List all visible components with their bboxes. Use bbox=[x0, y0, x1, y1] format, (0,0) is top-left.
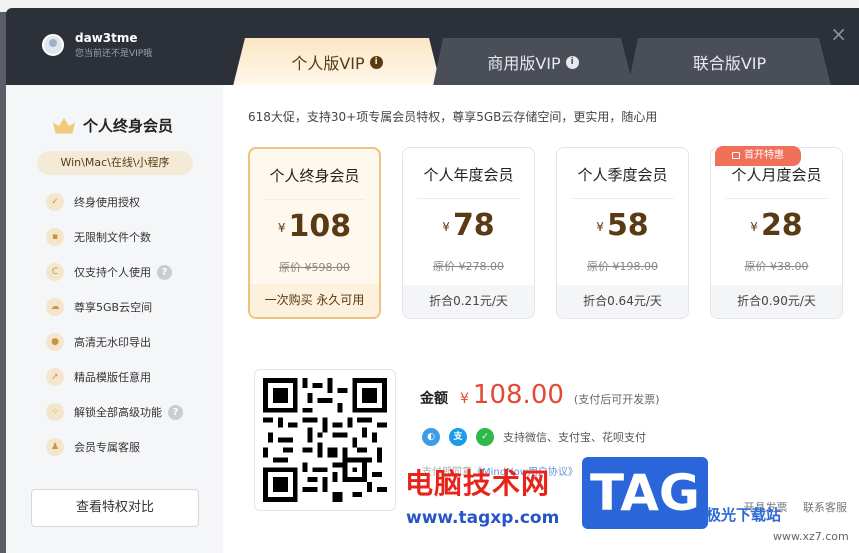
payment-amount: 金额 ¥ 108.00 (支付后可开发票) bbox=[420, 380, 660, 410]
payment-methods-text: 支持微信、支付宝、花呗支付 bbox=[503, 431, 646, 444]
payment-methods: ◐ 支 ✓ 支持微信、支付宝、花呗支付 bbox=[422, 428, 646, 446]
divider bbox=[725, 198, 828, 199]
sidebar-title-text: 个人终身会员 bbox=[83, 117, 174, 135]
amount-value: 108.00 bbox=[472, 380, 564, 410]
feature-item: ➚ 精品模版任意用 bbox=[46, 368, 151, 386]
plan-price: ¥28 bbox=[711, 208, 842, 243]
currency-symbol: ¥ bbox=[277, 221, 286, 235]
first-purchase-badge: 首开特惠 bbox=[715, 146, 801, 166]
grid-icon: ⁘ bbox=[46, 403, 64, 421]
huabei-icon: ◐ bbox=[422, 428, 440, 446]
plan-price: ¥78 bbox=[403, 208, 534, 243]
feature-label: 解锁全部高级功能 bbox=[74, 406, 162, 419]
original-price: 原价 ¥198.00 bbox=[587, 260, 658, 273]
feature-label: 精品模版任意用 bbox=[74, 371, 151, 384]
currency-symbol: ¥ bbox=[596, 220, 604, 234]
tab-label: 个人版VIP bbox=[291, 54, 365, 73]
currency-symbol: ¥ bbox=[460, 391, 469, 407]
watermark-site-url: www.xz7.com bbox=[773, 530, 849, 543]
watermark-text: 电脑技术网 bbox=[405, 467, 551, 500]
crown-icon bbox=[53, 117, 75, 134]
currency-symbol: ¥ bbox=[750, 220, 758, 234]
sidebar-title: 个人终身会员 bbox=[53, 115, 173, 136]
divider bbox=[417, 198, 520, 199]
feature-label: 尊享5GB云空间 bbox=[74, 301, 153, 314]
tab-union-vip[interactable]: 联合版VIP bbox=[628, 38, 831, 86]
compare-privileges-button[interactable]: 查看特权对比 bbox=[31, 489, 199, 527]
feature-item: ✓ 终身使用授权 bbox=[46, 193, 140, 211]
help-icon[interactable]: ? bbox=[168, 404, 183, 420]
wechat-pay-icon: ✓ bbox=[476, 428, 494, 446]
divider bbox=[264, 199, 365, 200]
gift-icon bbox=[732, 152, 740, 159]
alipay-icon: 支 bbox=[449, 428, 467, 446]
copyright-icon: C bbox=[46, 263, 64, 281]
platform-tag: Win\Mac\在线\小程序 bbox=[37, 151, 193, 175]
feature-label: 仅支持个人使用 bbox=[74, 266, 151, 279]
tab-label: 商用版VIP bbox=[487, 54, 561, 73]
badge-label: 首开特惠 bbox=[744, 150, 784, 161]
lock-icon: ▪ bbox=[46, 228, 64, 246]
original-price: 原价 ¥38.00 bbox=[744, 260, 809, 273]
watermark-url: www.tagxp.com bbox=[406, 508, 560, 528]
avatar bbox=[42, 34, 64, 56]
price-value: 78 bbox=[452, 208, 495, 243]
plan-footer: 一次购买 永久可用 bbox=[250, 284, 379, 317]
plan-card-yearly[interactable]: 个人年度会员 ¥78 原价 ¥278.00 折合0.21元/天 bbox=[402, 147, 535, 319]
plan-card-quarterly[interactable]: 个人季度会员 ¥58 原价 ¥198.00 折合0.64元/天 bbox=[556, 147, 689, 319]
original-price: 原价 ¥278.00 bbox=[433, 260, 504, 273]
feature-item: ▪ 无限制文件个数 bbox=[46, 228, 151, 246]
user-info: daw3tme 您当前还不是VIP哦 bbox=[42, 31, 152, 59]
user-name: daw3tme bbox=[75, 31, 138, 45]
feature-item: ♟ 会员专属客服 bbox=[46, 438, 140, 456]
plan-footer: 折合0.64元/天 bbox=[557, 285, 688, 318]
plan-name: 个人年度会员 bbox=[423, 166, 514, 184]
plan-name: 个人终身会员 bbox=[269, 167, 360, 185]
plan-name: 个人季度会员 bbox=[577, 166, 668, 184]
feature-item: ⁘ 解锁全部高级功能 ? bbox=[46, 403, 183, 421]
watermark-site-name: 极光下载站 bbox=[706, 506, 782, 524]
original-price: 原价 ¥598.00 bbox=[279, 261, 350, 274]
promo-text: 618大促，支持30+项专属会员特权，尊享5GB云存储空间，更实用，随心用 bbox=[248, 110, 658, 124]
cloud-icon: ☁ bbox=[46, 298, 64, 316]
feature-label: 会员专属客服 bbox=[74, 441, 140, 454]
benefits-sidebar: 个人终身会员 Win\Mac\在线\小程序 ✓ 终身使用授权 ▪ 无限制文件个数… bbox=[6, 85, 223, 553]
qr-code-image bbox=[263, 378, 387, 502]
plan-footer: 折合0.21元/天 bbox=[403, 285, 534, 318]
close-icon[interactable]: × bbox=[830, 24, 847, 44]
feature-label: 高清无水印导出 bbox=[74, 336, 151, 349]
price-value: 108 bbox=[288, 209, 352, 244]
watermark-tag-logo: TAG bbox=[582, 457, 708, 529]
plan-card-lifetime[interactable]: 个人终身会员 ¥108 原价 ¥598.00 一次购买 永久可用 bbox=[248, 147, 381, 319]
price-value: 28 bbox=[760, 208, 803, 243]
feature-item: ● 高清无水印导出 bbox=[46, 333, 151, 351]
amount-label: 金额 bbox=[420, 391, 448, 407]
payment-qr-code bbox=[254, 369, 396, 511]
help-icon[interactable]: ? bbox=[157, 264, 172, 280]
plan-price: ¥58 bbox=[557, 208, 688, 243]
feature-item: C 仅支持个人使用 ? bbox=[46, 263, 172, 281]
plan-card-monthly[interactable]: 个人月度会员 ¥28 原价 ¥38.00 折合0.90元/天 bbox=[710, 147, 843, 319]
currency-symbol: ¥ bbox=[442, 220, 450, 234]
price-value: 58 bbox=[606, 208, 649, 243]
user-icon: ♟ bbox=[46, 438, 64, 456]
shield-check-icon: ✓ bbox=[46, 193, 64, 211]
plan-price: ¥108 bbox=[250, 209, 379, 244]
feature-label: 无限制文件个数 bbox=[74, 231, 151, 244]
plan-footer: 折合0.90元/天 bbox=[711, 285, 842, 318]
info-icon[interactable]: i bbox=[369, 55, 383, 69]
divider bbox=[571, 198, 674, 199]
user-vip-status: 您当前还不是VIP哦 bbox=[75, 49, 153, 59]
contact-support-link[interactable]: 联系客服 bbox=[803, 501, 847, 514]
drop-icon: ● bbox=[46, 333, 64, 351]
feature-label: 终身使用授权 bbox=[74, 196, 140, 209]
rocket-icon: ➚ bbox=[46, 368, 64, 386]
tab-personal-vip[interactable]: 个人版VIP i bbox=[233, 38, 441, 86]
plan-name: 个人月度会员 bbox=[731, 166, 822, 184]
invoice-note: (支付后可开发票) bbox=[573, 393, 660, 406]
tab-label: 联合版VIP bbox=[692, 54, 767, 73]
info-icon[interactable]: i bbox=[565, 55, 579, 69]
tab-business-vip[interactable]: 商用版VIP i bbox=[433, 38, 633, 86]
feature-item: ☁ 尊享5GB云空间 bbox=[46, 298, 152, 316]
